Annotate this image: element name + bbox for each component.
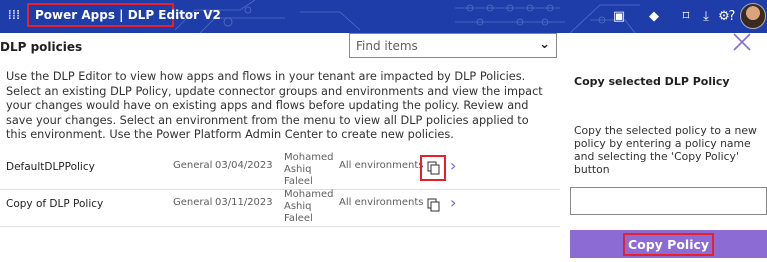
copy-icon-glyph [427, 161, 439, 175]
policy-environment-type: General [173, 197, 213, 208]
policy-name[interactable]: Copy of DLP Policy [6, 198, 103, 210]
owner-first-name: Mohamed [284, 152, 334, 163]
copy-policy-button[interactable]: Copy Policy [570, 230, 767, 258]
avatar[interactable] [740, 3, 766, 29]
app-header: ⁞⁞⁞ Power Apps | DLP Editor V2 ▣ ◆ ⌑ ⤓ ⚙… [0, 0, 767, 33]
policy-scope: All environments [339, 197, 424, 208]
present-icon[interactable]: ▣ [610, 8, 628, 26]
help-icon[interactable]: ? [726, 8, 738, 26]
panel-description: Copy the selected policy to a new policy… [574, 124, 757, 176]
copy-policy-label: Copy Policy [622, 232, 715, 256]
panel-title: Copy selected DLP Policy [574, 75, 730, 88]
close-icon[interactable] [732, 32, 752, 52]
policy-owner: Mohamed Ashiq Faleel [284, 152, 334, 188]
copy-icon[interactable] [420, 155, 446, 181]
table-row[interactable]: Copy of DLP Policy General 03/11/2023 Mo… [0, 187, 560, 225]
copy-icon-glyph [427, 198, 439, 212]
policy-date: 03/04/2023 [215, 160, 273, 171]
policy-date: 03/11/2023 [215, 197, 273, 208]
page-title: DLP policies [0, 40, 83, 54]
policy-environment-type: General [173, 160, 213, 171]
desktop-icon[interactable]: ⌑ [677, 8, 695, 26]
owner-last-name: Ashiq Faleel [284, 164, 313, 187]
description-text: Use the DLP Editor to view how apps and … [6, 70, 543, 141]
policy-name[interactable]: DefaultDLPPolicy [6, 161, 95, 173]
table-row[interactable]: DefaultDLPPolicy General 03/04/2023 Moha… [0, 150, 560, 188]
copy-icon[interactable] [420, 192, 446, 218]
chevron-down-icon[interactable]: ⌄ [539, 37, 550, 52]
policy-scope: All environments [339, 160, 424, 171]
chevron-right-icon[interactable]: › [450, 193, 456, 213]
search-dropdown[interactable]: Find items ⌄ [349, 33, 557, 58]
teams-icon[interactable]: ◆ [645, 8, 663, 26]
owner-first-name: Mohamed [284, 189, 334, 200]
divider [0, 226, 560, 227]
waffle-icon[interactable]: ⁞⁞⁞ [6, 8, 22, 24]
policy-owner: Mohamed Ashiq Faleel [284, 189, 334, 225]
download-icon[interactable]: ⤓ [697, 8, 715, 26]
app-title[interactable]: Power Apps | DLP Editor V2 [35, 8, 221, 22]
search-placeholder: Find items [356, 39, 418, 53]
chevron-right-icon[interactable]: › [450, 156, 456, 176]
app-title-highlight: Power Apps | DLP Editor V2 [27, 3, 221, 27]
owner-last-name: Ashiq Faleel [284, 201, 313, 224]
policy-name-input[interactable] [570, 187, 767, 215]
